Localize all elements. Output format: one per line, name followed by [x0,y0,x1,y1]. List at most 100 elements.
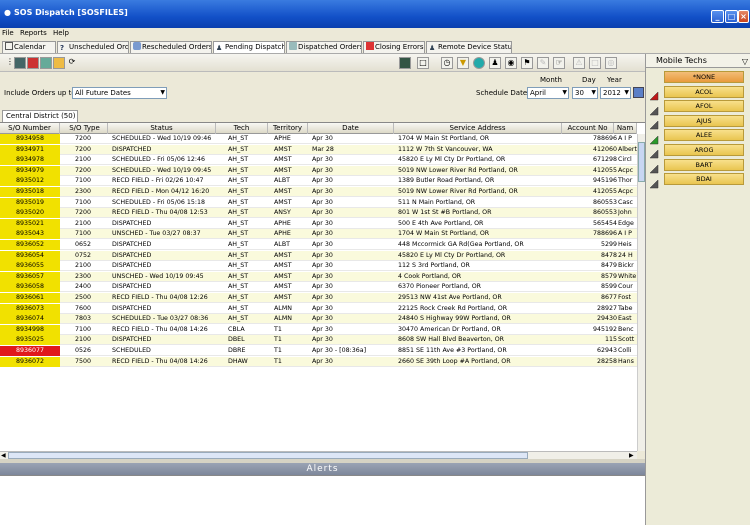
tech-button[interactable]: BDAI [664,173,744,186]
tech-flag-icon [649,120,659,130]
table-row[interactable]: 8936055 2100 DISPATCHED AH_ST AMST Apr 30 112 … [0,261,637,272]
save-icon[interactable] [14,57,26,69]
table-row[interactable]: 8935025 2100 DISPATCHED DBEL T1 Apr 30 8608 SW… [0,335,637,346]
table-row[interactable]: 8934998 7100 RECD FIELD - Thu 04/08 14:26 C… [0,324,637,335]
filter-icon[interactable]: ▽ [742,55,748,69]
table-row[interactable]: 8936057 2300 UNSCHED - Wed 10/19 09:45 AH_S… [0,271,637,282]
cell-account-no: 8479 [600,262,617,270]
person-icon[interactable]: ♟ [489,57,501,69]
tech-button[interactable]: ACOL [664,85,744,98]
tab-pending-dispatch[interactable]: ♟ Pending Dispatch [213,41,285,53]
table-row[interactable]: 8936073 7600 DISPATCHED AH_ST ALMN Apr 30 2212… [0,303,637,314]
table-row[interactable]: 8935020 7200 RECD FIELD - Thu 04/08 12:53 A… [0,208,637,219]
column-header[interactable]: Territory [268,123,308,134]
column-header[interactable]: S/O Number [0,123,60,134]
cell-tech: AH_ST [228,156,249,164]
document-icon[interactable]: □ [417,57,429,69]
table-row[interactable]: 8935012 7100 RECD FIELD - Fri 02/26 10:47 A… [0,176,637,187]
menu-file[interactable]: File [0,28,16,37]
hand-icon[interactable]: ☞ [553,57,565,69]
vertical-scrollbar[interactable] [637,134,645,451]
column-header[interactable]: Tech [216,123,268,134]
warning-icon[interactable]: ⚠ [573,57,585,69]
edit-icon[interactable]: ✎ [537,57,549,69]
include-orders-select[interactable]: All Future Dates ▼ [72,87,167,99]
close-button[interactable]: × [738,10,749,23]
tech-button[interactable]: ALEE [664,129,744,142]
table-row[interactable]: 8936054 0752 DISPATCHED AH_ST AMST Apr 30 4582… [0,250,637,261]
binoculars-icon[interactable]: ◉ [505,57,517,69]
cell-status: DISPATCHED [112,304,152,312]
flag-icon[interactable]: ⚑ [521,57,533,69]
minimize-button[interactable]: _ [711,10,724,23]
horizontal-scrollbar[interactable]: ◀ ▶ [0,451,637,459]
flag-shape [649,91,659,101]
table-row[interactable]: 8934979 7200 SCHEDULED - Wed 10/19 09:45 AH… [0,165,637,176]
table-row[interactable]: 8935021 2100 DISPATCHED AH_ST APHE Apr 30 500 … [0,218,637,229]
clock-icon[interactable]: ◷ [441,57,453,69]
table-row[interactable]: 8936072 7500 RECD FIELD - Thu 04/08 14:26 D… [0,356,637,367]
table-row[interactable]: 8936052 0652 DISPATCHED AH_ST ALBT Apr 30 448 … [0,240,637,250]
tab-label: Calendar [14,43,46,51]
cell-territory: ALMN [274,315,292,323]
refresh-icon[interactable]: ⟳ [66,57,78,69]
report-icon[interactable] [399,57,411,69]
table-row[interactable]: 8936058 2400 DISPATCHED AH_ST AMST Apr 30 6370… [0,282,637,293]
menu-help[interactable]: Help [51,28,71,37]
scroll-left-icon[interactable]: ◀ [1,452,6,459]
table-row[interactable]: 8934971 7200 DISPATCHED AH_ST AMST Mar 28 1112… [0,144,637,155]
tech-button[interactable]: BART [664,158,744,171]
tab-label: Rescheduled Orders [142,43,212,51]
calendar-picker-icon[interactable] [633,87,644,98]
tech-button[interactable]: *NONE [664,71,744,83]
horizontal-scroll-thumb[interactable] [8,452,528,459]
globe-icon[interactable] [473,57,485,69]
table-row[interactable]: 8936061 2500 RECD FIELD - Thu 04/08 12:26 A… [0,293,637,303]
column-header[interactable]: S/O Type [62,123,108,134]
print-icon[interactable] [27,57,39,69]
day-select[interactable]: 30 ▼ [572,87,598,99]
column-header[interactable]: Nam [614,123,637,134]
cell-account-no: 860553 [592,209,617,217]
table-row[interactable]: 8935043 7100 UNSCHED - Tue 03/27 08:37 AH_S… [0,229,637,240]
table-row[interactable]: 8935019 7100 SCHEDULED - Fri 05/06 15:18 AH… [0,197,637,208]
year-select[interactable]: 2012 ▼ [600,87,631,99]
table-row[interactable]: 8936074 7803 SCHEDULED - Tue 03/27 08:36 AH… [0,314,637,325]
cell-date: Apr 30 [312,241,333,248]
folder-icon[interactable] [53,57,65,69]
copy-icon[interactable]: □ [589,57,601,69]
tab-rescheduled-orders[interactable]: Rescheduled Orders [130,41,212,53]
tech-button[interactable]: AROG [664,144,744,156]
cell-account-no: 671298 [592,156,617,164]
month-select[interactable]: April ▼ [527,87,569,99]
mobile-techs-title: Mobile Techs [656,56,707,65]
maximize-button[interactable]: □ [725,10,738,23]
scroll-right-icon[interactable]: ▶ [629,452,634,459]
tab-calendar[interactable]: Calendar [2,41,56,53]
district-tab[interactable]: Central District (50) [2,110,78,122]
cell-service-address: 6370 Pioneer Portland, OR [398,283,482,291]
column-header[interactable]: Account No [562,123,614,134]
tech-button[interactable]: AFOL [664,100,744,113]
menu-reports[interactable]: Reports [18,28,49,37]
target-icon[interactable]: ◎ [605,57,617,69]
cell-territory: AMST [274,272,292,280]
filter-icon[interactable]: ▼ [457,57,469,69]
column-header[interactable]: Status [108,123,216,134]
table-row[interactable]: 8935018 2300 RECD FIELD - Mon 04/12 16:20 A… [0,187,637,197]
column-header[interactable]: Service Address [394,123,562,134]
table-row[interactable]: 8936077 0526 SCHEDULED DBRE T1 Apr 30 - [08:3… [0,346,637,356]
table-row[interactable]: 8934978 2100 SCHEDULED - Fri 05/06 12:46 AH… [0,155,637,166]
tab-remote-device-status[interactable]: ♟ Remote Device Status [426,41,512,53]
tab-closing-errors[interactable]: Closing Errors [363,41,425,53]
chart-icon[interactable] [40,57,52,69]
tab-dispatched-orders[interactable]: Dispatched Orders [286,41,362,53]
cell-service-address: 1389 Butler Road Portland, OR [398,177,495,185]
table-row[interactable]: 8934958 7200 SCHEDULED - Wed 10/19 09:46 AH… [0,134,637,144]
cell-so-number: 8934958 [0,134,60,144]
vertical-scroll-thumb[interactable] [638,142,645,182]
tab-unscheduled-orders[interactable]: ? Unscheduled Orders [57,41,129,53]
cell-name: Edge [618,219,634,227]
column-header[interactable]: Date [308,123,394,134]
tech-button[interactable]: AJUS [664,114,744,127]
